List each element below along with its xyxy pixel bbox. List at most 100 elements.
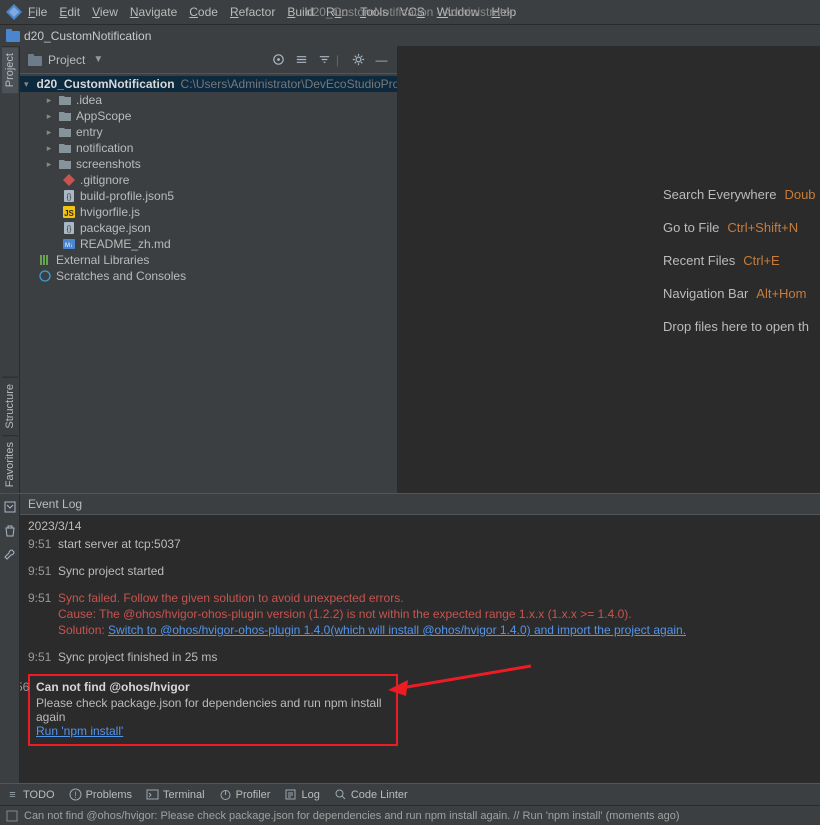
project-panel-title[interactable]: Project [48,53,85,67]
tree-folder[interactable]: ▸AppScope [20,108,397,124]
event-log-toolbar [0,494,20,783]
annotation-arrow-icon [386,658,536,698]
welcome-nav-shortcut: Alt+Hom [756,286,806,301]
welcome-drop-label: Drop files here to open th [663,319,809,334]
log-entry-error: Sync failed. Follow the given solution t… [58,591,812,637]
event-log-content[interactable]: 2023/3/14 9:51start server at tcp:5037 9… [20,515,820,783]
tree-file[interactable]: M↓README_zh.md [20,236,397,252]
tree-file[interactable]: {}package.json [20,220,397,236]
solution-link[interactable]: Switch to @ohos/hvigor-ohos-plugin 1.4.0… [108,623,686,637]
tab-code-linter[interactable]: Code Linter [334,788,408,801]
tree-root[interactable]: ▾ d20_CustomNotification C:\Users\Admini… [20,76,397,92]
menu-edit[interactable]: Edit [59,5,80,19]
event-log-panel: Event Log 2023/3/14 9:51start server at … [0,493,820,783]
tree-file[interactable]: JShvigorfile.js [20,204,397,220]
tree-folder[interactable]: ▸notification [20,140,397,156]
bottom-tool-tabs: ≡TODO !Problems Terminal Profiler Log Co… [0,783,820,805]
profiler-icon [219,788,232,801]
expand-all-icon[interactable] [294,52,309,67]
status-bar: Can not find @ohos/hvigor: Please check … [0,805,820,825]
log-entry: start server at tcp:5037 [58,537,812,551]
npm-install-link[interactable]: Run 'npm install' [36,724,123,738]
svg-text:{}: {} [67,194,72,201]
library-icon [38,253,52,267]
expand-arrow-icon[interactable]: ▸ [44,111,54,122]
svg-text:!: ! [74,790,77,800]
filter-icon[interactable] [3,500,17,514]
tab-terminal[interactable]: Terminal [146,788,205,801]
project-view-dropdown-icon[interactable]: ▼ [93,54,103,65]
welcome-search-label: Search Everywhere [663,187,776,202]
welcome-recent-label: Recent Files [663,253,735,268]
tree-scratches[interactable]: Scratches and Consoles [20,268,397,284]
gutter-tab-favorites[interactable]: Favorites [2,435,18,493]
gear-icon[interactable] [351,52,366,67]
menu-bar: File Edit View Navigate Code Refactor Bu… [0,0,820,24]
expand-arrow-icon[interactable]: ▸ [44,95,54,106]
editor-area: Search EverywhereDoub Go to FileCtrl+Shi… [398,46,820,493]
log-icon [284,788,297,801]
expand-arrow-icon[interactable]: ▸ [44,159,54,170]
json-file-icon: {} [62,189,76,203]
welcome-screen: Search EverywhereDoub Go to FileCtrl+Shi… [398,46,820,493]
tab-profiler[interactable]: Profiler [219,788,271,801]
project-panel-header: Project ▼ | — [20,46,397,74]
menu-file[interactable]: File [28,5,47,19]
menu-refactor[interactable]: Refactor [230,5,275,19]
tab-problems[interactable]: !Problems [69,788,132,801]
trash-icon[interactable] [3,524,17,538]
tree-external-libs[interactable]: External Libraries [20,252,397,268]
expand-arrow-icon[interactable]: ▸ [44,143,54,154]
gutter-tab-project[interactable]: Project [2,46,18,93]
search-icon [334,788,347,801]
welcome-recent-shortcut: Ctrl+E [743,253,779,268]
log-entry: Sync project started [58,564,812,578]
tree-root-path: C:\Users\Administrator\DevEcoStudioProje… [181,77,397,91]
js-file-icon: JS [62,205,76,219]
breadcrumb[interactable]: d20_CustomNotification [24,29,151,43]
expand-arrow-icon[interactable]: ▸ [44,127,54,138]
svg-text:{}: {} [67,226,72,233]
log-date: 2023/3/14 [28,519,812,533]
menu-view[interactable]: View [92,5,118,19]
project-tool-window: Project ▼ | — ▾ d20_CustomNotification C… [20,46,398,493]
window-title: d20_CustomNotification - Administrator [306,5,514,19]
collapse-all-icon[interactable] [317,52,332,67]
tree-folder[interactable]: ▸screenshots [20,156,397,172]
svg-text:M↓: M↓ [65,243,73,249]
welcome-goto-shortcut: Ctrl+Shift+N [727,220,798,235]
status-text: Can not find @ohos/hvigor: Please check … [24,810,680,822]
project-view-icon [28,53,42,67]
app-logo-icon [6,4,22,20]
gutter-tab-structure[interactable]: Structure [2,377,18,435]
annotation-highlight-box: 9:56 Can not find @ohos/hvigor Please ch… [28,674,398,746]
tree-root-label: d20_CustomNotification [37,77,175,91]
svg-text:JS: JS [64,209,74,218]
log-entry-highlight: Can not find @ohos/hvigor Please check p… [36,680,390,738]
warning-icon: ! [69,788,82,801]
wrench-icon[interactable] [3,548,17,562]
welcome-goto-label: Go to File [663,220,719,235]
event-log-title: Event Log [20,494,820,515]
folder-icon [58,141,72,155]
tree-folder[interactable]: ▸entry [20,124,397,140]
tree-folder[interactable]: ▸.idea [20,92,397,108]
gitignore-icon [62,173,76,187]
tree-file[interactable]: {}build-profile.json5 [20,188,397,204]
json-file-icon: {} [62,221,76,235]
menu-code[interactable]: Code [189,5,218,19]
menu-navigate[interactable]: Navigate [130,5,177,19]
expand-arrow-icon[interactable]: ▾ [24,79,29,90]
welcome-nav-label: Navigation Bar [663,286,748,301]
tab-log[interactable]: Log [284,788,319,801]
scratch-icon [38,269,52,283]
tab-todo[interactable]: ≡TODO [6,788,55,801]
tree-file[interactable]: .gitignore [20,172,397,188]
status-hide-icon[interactable] [6,810,18,822]
locate-icon[interactable] [271,52,286,67]
navigation-bar: d20_CustomNotification [0,24,820,46]
folder-icon [58,157,72,171]
project-tree[interactable]: ▾ d20_CustomNotification C:\Users\Admini… [20,74,397,493]
hide-panel-icon[interactable]: — [374,52,389,67]
list-icon: ≡ [6,788,19,801]
